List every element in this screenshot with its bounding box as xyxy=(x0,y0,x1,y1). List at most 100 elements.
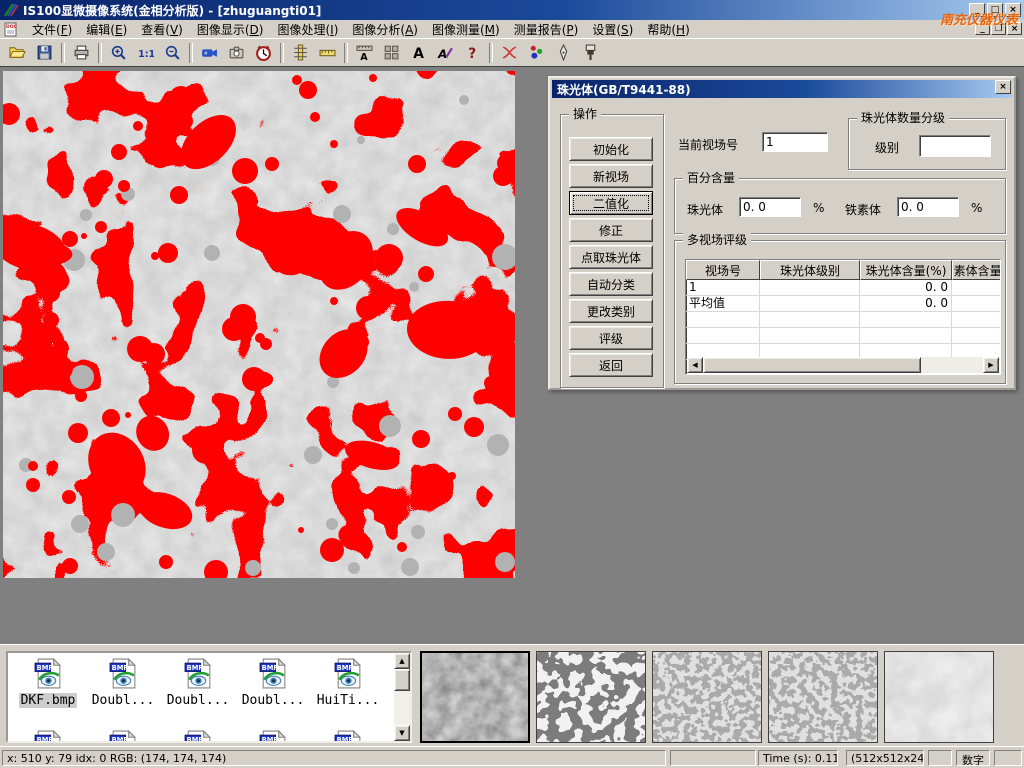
pearlite-percent-input[interactable]: 0. 0 xyxy=(739,197,801,217)
ferrite-percent-input[interactable]: 0. 0 xyxy=(897,197,959,217)
ruler-icon[interactable] xyxy=(315,41,340,64)
status-panel-empty-3 xyxy=(994,750,1022,766)
video-camera-icon[interactable] xyxy=(197,41,222,64)
svg-text:A: A xyxy=(437,47,447,61)
op-button-2[interactable]: 新视场 xyxy=(569,164,653,188)
table-row[interactable]: 平均值0. 0 xyxy=(686,296,1000,312)
table-cell xyxy=(952,312,1001,328)
window-title: IS100显微摄像系统(金相分析版) - [zhuguangti01] xyxy=(23,2,321,19)
thumbnail-3[interactable] xyxy=(652,651,762,743)
op-button-4[interactable]: 修正 xyxy=(569,218,653,242)
op-button-3[interactable]: 二值化 xyxy=(569,191,653,215)
table-cell: 平均值 xyxy=(686,296,760,312)
menu-item-6[interactable]: 图像分析(A) xyxy=(345,22,425,38)
curve-tool-icon[interactable] xyxy=(497,41,522,64)
toolbar: 1:1AAA? xyxy=(0,38,1024,66)
table-row[interactable] xyxy=(686,328,1000,344)
svg-text:A: A xyxy=(413,46,424,61)
grade-level-input[interactable] xyxy=(919,135,991,157)
op-button-1[interactable]: 初始化 xyxy=(569,137,653,161)
file-list[interactable]: BMPDKF.bmpBMPBMPDoubl...BMPBMPDoubl...BM… xyxy=(6,651,412,743)
svg-text:?: ? xyxy=(468,46,476,61)
thumbnail-5[interactable] xyxy=(884,651,994,743)
menu-item-7[interactable]: 图像测量(M) xyxy=(425,22,507,38)
status-bar: x: 510 y: 79 idx: 0 RGB: (174, 174, 174)… xyxy=(0,746,1024,768)
scroll-down-icon[interactable]: ▼ xyxy=(394,725,410,741)
file-item[interactable]: BMP xyxy=(161,729,235,743)
scroll-up-icon[interactable]: ▲ xyxy=(394,653,410,669)
menu-item-8[interactable]: 测量报告(P) xyxy=(507,22,586,38)
scrollbar-thumb[interactable] xyxy=(703,357,921,373)
pen-tool-icon[interactable] xyxy=(551,41,576,64)
file-item[interactable]: BMP xyxy=(236,729,310,743)
zoom-in-icon[interactable] xyxy=(106,41,131,64)
grade-level-label: 级别 xyxy=(875,139,899,156)
op-button-8[interactable]: 评级 xyxy=(569,326,653,350)
classify-dots-icon[interactable] xyxy=(524,41,549,64)
thumbnail-1[interactable] xyxy=(420,651,530,743)
current-field-input[interactable]: 1 xyxy=(762,132,828,152)
multifield-group-label: 多视场评级 xyxy=(683,233,751,247)
file-item[interactable]: BMPDoubl... xyxy=(86,657,160,708)
table-row[interactable] xyxy=(686,312,1000,328)
grid-tool-icon[interactable] xyxy=(379,41,404,64)
help-icon[interactable]: ? xyxy=(460,41,485,64)
op-button-5[interactable]: 点取珠光体 xyxy=(569,245,653,269)
actual-size-icon[interactable]: 1:1 xyxy=(133,41,158,64)
menu-item-1[interactable]: 文件(F) xyxy=(25,22,79,38)
table-column-header[interactable]: 珠光体含量(%) xyxy=(860,260,952,280)
dialog-close-button[interactable]: × xyxy=(995,80,1011,94)
scroll-left-icon[interactable]: ◀ xyxy=(687,357,703,373)
file-item[interactable]: BMP xyxy=(311,729,385,743)
brush-tool-icon[interactable] xyxy=(578,41,603,64)
table-column-header[interactable]: 铁素体含量(%) xyxy=(952,260,1001,280)
menu-item-10[interactable]: 帮助(H) xyxy=(640,22,696,38)
svg-text:BMP: BMP xyxy=(261,664,278,672)
file-list-scrollbar[interactable]: ▲ ▼ xyxy=(394,653,410,741)
text-annotation-icon[interactable]: A xyxy=(406,41,431,64)
file-item[interactable]: BMPDKF.bmp xyxy=(11,657,85,708)
status-image-size: (512x512x24) xyxy=(846,750,924,766)
open-folder-icon[interactable] xyxy=(5,41,30,64)
file-item[interactable]: BMP xyxy=(86,729,160,743)
file-item[interactable]: BMPHuiTi... xyxy=(311,657,385,708)
op-button-7[interactable]: 更改类别 xyxy=(569,299,653,323)
thumbnail-4[interactable] xyxy=(768,651,878,743)
file-item[interactable]: BMPDoubl... xyxy=(161,657,235,708)
dialog-title-bar[interactable]: 珠光体(GB/T9441-88) xyxy=(552,80,1012,98)
file-item[interactable]: BMPDoubl... xyxy=(236,657,310,708)
print-icon[interactable] xyxy=(69,41,94,64)
menu-item-2[interactable]: 编辑(E) xyxy=(79,22,134,38)
capture-camera-icon[interactable] xyxy=(224,41,249,64)
scrollbar-thumb[interactable] xyxy=(394,669,410,691)
save-icon[interactable] xyxy=(32,41,57,64)
thumbnail-2[interactable] xyxy=(536,651,646,743)
toolbar-separator xyxy=(489,43,493,63)
timer-clock-icon[interactable] xyxy=(251,41,276,64)
table-row[interactable]: 10. 0 xyxy=(686,280,1000,296)
menu-item-9[interactable]: 设置(S) xyxy=(585,22,640,38)
document-icon[interactable]: DOC xyxy=(4,22,19,37)
micrograph-image[interactable] xyxy=(3,71,515,578)
table-horizontal-scrollbar[interactable]: ◀ ▶ xyxy=(687,357,999,373)
edit-annotation-icon[interactable]: A xyxy=(433,41,458,64)
toolbar-separator xyxy=(344,43,348,63)
op-button-9[interactable]: 返回 xyxy=(569,353,653,377)
measure-caliper-icon[interactable]: A xyxy=(352,41,377,64)
menu-item-5[interactable]: 图像处理(I) xyxy=(270,22,345,38)
file-item[interactable]: BMP xyxy=(11,729,85,743)
operations-group-label: 操作 xyxy=(569,107,601,121)
status-panel-empty-1 xyxy=(670,750,756,766)
menu-item-4[interactable]: 图像显示(D) xyxy=(190,22,271,38)
table-column-header[interactable]: 珠光体级别 xyxy=(760,260,860,280)
scroll-right-icon[interactable]: ▶ xyxy=(983,357,999,373)
svg-text:BMP: BMP xyxy=(111,736,128,743)
caliper-icon[interactable] xyxy=(288,41,313,64)
zoom-out-icon[interactable] xyxy=(160,41,185,64)
table-column-header[interactable]: 视场号 xyxy=(686,260,760,280)
table-cell xyxy=(952,296,1001,312)
table-cell xyxy=(952,328,1001,344)
menu-item-3[interactable]: 查看(V) xyxy=(134,22,190,38)
op-button-6[interactable]: 自动分类 xyxy=(569,272,653,296)
multifield-table[interactable]: 视场号珠光体级别珠光体含量(%)铁素体含量(%) 10. 0平均值0. 0 ◀ … xyxy=(685,259,1001,375)
